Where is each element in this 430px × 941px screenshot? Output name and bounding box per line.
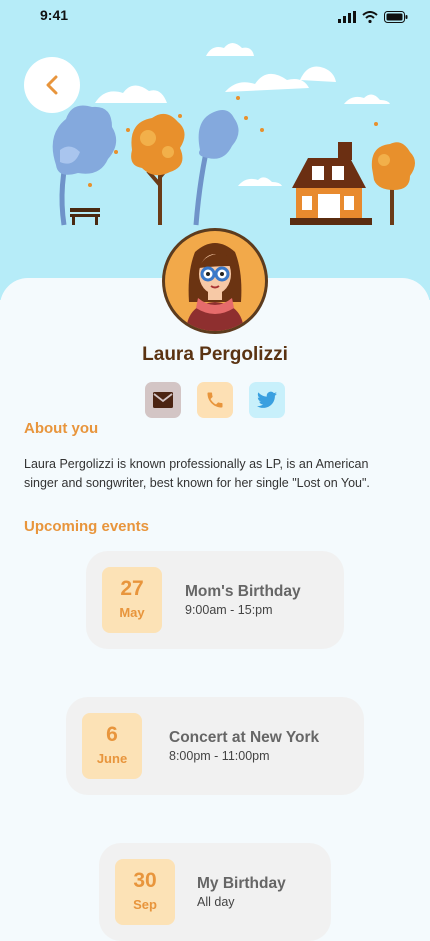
event-date: 30 Sep (115, 859, 175, 925)
twitter-icon (257, 391, 277, 408)
event-title: Mom's Birthday (185, 583, 301, 600)
avatar (162, 228, 268, 334)
profile-name: Laura Pergolizzi (142, 344, 288, 365)
event-card[interactable]: 27 May Mom's Birthday 9:00am - 15:pm (86, 551, 344, 649)
mail-icon (153, 392, 173, 408)
event-card[interactable]: 6 June Concert at New York 8:00pm - 11:0… (66, 697, 364, 795)
event-day: 27 (120, 577, 144, 600)
status-time: 9:41 (40, 7, 69, 23)
status-icons (338, 10, 408, 24)
event-date: 27 May (102, 567, 162, 633)
event-title: Concert at New York (169, 729, 320, 746)
event-month: May (119, 605, 145, 620)
email-button[interactable] (145, 382, 181, 418)
event-title: My Birthday (197, 875, 286, 892)
back-button[interactable] (24, 57, 80, 113)
avatar-illustration (165, 231, 265, 331)
events-title: Upcoming events (24, 518, 150, 535)
event-time: All day (197, 895, 235, 909)
about-title: About you (24, 420, 99, 437)
status-bar: 9:41 (0, 0, 430, 32)
event-date: 6 June (82, 713, 142, 779)
back-chevron-icon (46, 75, 58, 95)
event-month: Sep (133, 897, 157, 912)
phone-icon (207, 392, 223, 408)
social-links (145, 382, 285, 418)
event-day: 6 (106, 723, 118, 746)
about-text: Laura Pergolizzi is known professionally… (24, 457, 370, 490)
event-card[interactable]: 30 Sep My Birthday All day (99, 843, 331, 941)
event-time: 8:00pm - 11:00pm (169, 749, 270, 763)
cellular-signal-icon (338, 11, 356, 23)
battery-icon (384, 11, 408, 23)
wifi-icon (362, 11, 378, 23)
event-day: 30 (133, 869, 157, 892)
event-time: 9:00am - 15:pm (185, 603, 273, 617)
phone-button[interactable] (197, 382, 233, 418)
twitter-button[interactable] (249, 382, 285, 418)
event-month: June (96, 751, 128, 766)
